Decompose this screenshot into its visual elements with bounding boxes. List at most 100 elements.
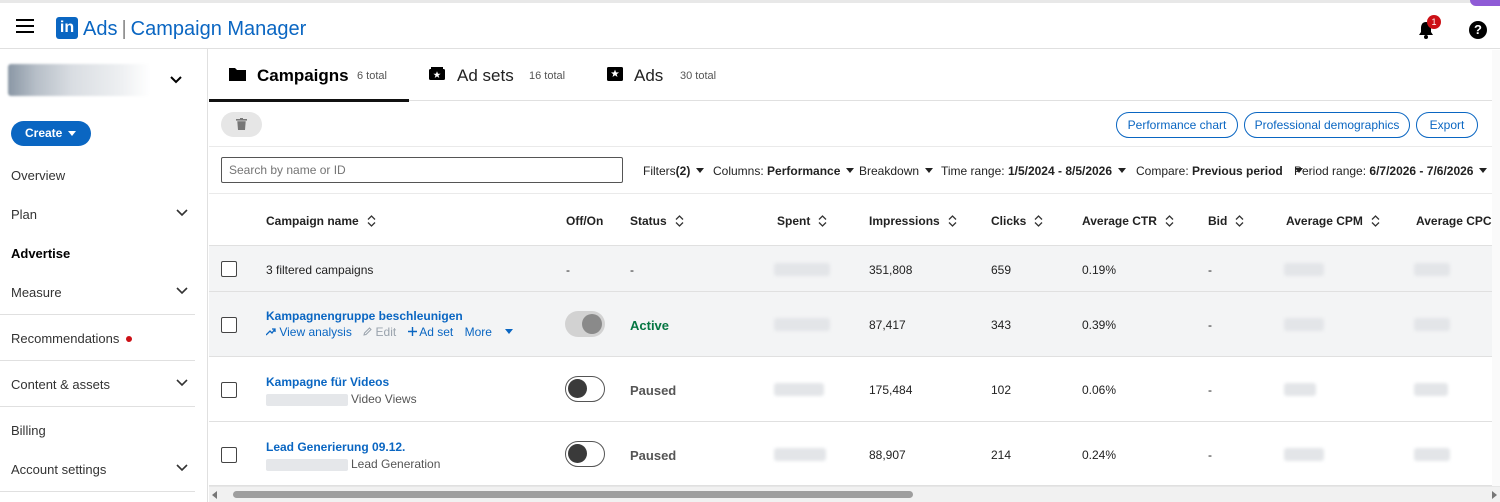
delete-button[interactable] [221,112,262,137]
ctr-value: 0.39% [1082,318,1117,332]
compare-label: Compare: [1136,164,1189,178]
select-all-checkbox[interactable] [221,261,237,277]
sidebar-item-overview[interactable]: Overview [0,156,195,194]
campaign-name-link[interactable]: Kampagnengruppe beschleunigen [266,309,463,323]
compare-dropdown[interactable]: Compare: Previous period [1136,164,1303,178]
brand-name: Ads [83,18,118,40]
tab-count: 30 total [680,70,717,82]
row-checkbox[interactable] [221,317,237,333]
redacted-cpm [1284,263,1324,276]
vertical-scrollbar[interactable] [1492,50,1500,486]
column-header-average-cpm[interactable]: Average CPM [1286,214,1380,228]
filters-dropdown[interactable]: Filters(2) [643,164,705,178]
export-button[interactable]: Export [1416,112,1478,138]
more-dropdown[interactable]: More [465,325,518,339]
linkedin-logo-icon: in [56,17,78,39]
sort-icon [1235,214,1244,227]
chevron-down-icon[interactable] [169,75,183,85]
header-label: Status [630,214,667,228]
column-header-impressions[interactable]: Impressions [869,214,957,228]
sidebar-item-recommendations[interactable]: Recommendations [0,319,195,357]
sidebar-item-measure[interactable]: Measure [0,273,195,311]
status-badge: Active [630,318,670,333]
sort-icon [948,214,957,227]
sidebar-item-label: Recommendations [11,331,133,346]
toggle-knob [582,314,602,334]
plus-icon [407,327,417,336]
objective-label: Video Views [351,392,417,406]
header-label: Average CPC [1416,214,1492,228]
trend-arrow-icon [265,328,276,336]
table-header: Campaign name Off/On Status Spent Impres… [209,194,1500,246]
performance-chart-button[interactable]: Performance chart [1116,112,1238,138]
column-header-spent[interactable]: Spent [777,214,827,228]
tab-label: Ad sets [457,66,514,85]
period-range-label: Period range: [1294,164,1367,178]
help-icon[interactable]: ? [1469,21,1487,39]
notification-badge: 1 [1427,15,1441,29]
redacted-cpc [1414,383,1448,396]
sidebar-item-label: Content & assets [11,377,110,392]
menu-icon[interactable] [16,19,34,33]
view-analysis-label: View analysis [279,325,352,339]
scroll-left-icon[interactable] [212,491,217,499]
sidebar-item-plan[interactable]: Plan [0,195,195,233]
campaign-name-link[interactable]: Lead Generierung 09.12. [266,440,405,454]
time-range-label: Time range: [941,164,1005,178]
period-range-dropdown[interactable]: Period range: 6/7/2026 - 7/6/2026 [1294,164,1488,178]
breakdown-dropdown[interactable]: Breakdown [859,164,934,178]
sidebar-item-content-assets[interactable]: Content & assets [0,365,195,403]
columns-dropdown[interactable]: Columns: Performance [713,164,855,178]
impressions-value: 175,484 [869,383,913,397]
campaign-toggle[interactable] [565,311,605,337]
row-checkbox[interactable] [221,447,237,463]
professional-demographics-button[interactable]: Professional demographics [1244,112,1410,138]
header-label: Average CTR [1082,214,1157,228]
horizontal-scrollbar[interactable] [209,486,1500,502]
redacted-cpc [1414,263,1450,276]
create-button[interactable]: Create [11,121,91,146]
sidebar-item-account-settings[interactable]: Account settings [0,450,195,488]
sidebar-divider [0,360,195,361]
scrollbar-thumb[interactable] [233,491,913,498]
tab-ad-sets[interactable]: Ad sets 16 total [409,49,589,101]
scroll-right-icon[interactable] [1492,491,1497,499]
edit-link[interactable]: Edit [363,325,403,339]
sidebar-item-advertise[interactable]: Advertise [0,234,195,272]
sidebar-item-billing[interactable]: Billing [0,411,195,449]
tab-campaigns[interactable]: Campaigns 6 total [209,49,409,102]
redacted-cpc [1414,448,1450,461]
column-header-status[interactable]: Status [630,214,684,228]
column-header-bid[interactable]: Bid [1208,214,1244,228]
campaign-name-link[interactable]: Kampagne für Videos [266,375,389,389]
caret-down-icon [505,329,514,335]
search-input[interactable] [221,157,623,183]
view-analysis-link[interactable]: View analysis [265,325,359,339]
sidebar-item-label: Plan [11,207,38,222]
table-row[interactable]: Kampagnengruppe beschleunigen View analy… [209,292,1500,357]
campaign-toggle[interactable] [565,441,605,467]
chevron-down-icon [176,287,188,295]
row-checkbox[interactable] [221,382,237,398]
campaign-toggle[interactable] [565,376,605,402]
caret-down-icon [1118,168,1127,174]
column-header-average-ctr[interactable]: Average CTR [1082,214,1174,228]
summary-impressions: 351,808 [869,263,913,277]
caret-down-icon [1479,168,1488,174]
top-bar: in Ads | Campaign Manager 1 ? [0,0,1500,49]
sort-icon [1034,214,1043,227]
column-header-average-cpc[interactable]: Average CPC [1416,214,1492,228]
redacted-cpm [1284,448,1324,461]
table-row[interactable]: Kampagne für Videos Video Views Paused 1… [209,357,1500,422]
app-title[interactable]: Ads | Campaign Manager [83,17,306,41]
summary-status: - [630,263,634,277]
account-selector[interactable] [8,64,150,96]
table-row[interactable]: Lead Generierung 09.12. Lead Generation … [209,422,1500,486]
tab-ads[interactable]: Ads 30 total [589,49,749,101]
time-range-dropdown[interactable]: Time range: 1/5/2024 - 8/5/2026 [941,164,1127,178]
add-ad-set-link[interactable]: Ad set [407,325,461,339]
column-header-clicks[interactable]: Clicks [991,214,1043,228]
sidebar-item-label: Account settings [11,462,107,477]
column-header-campaign-name[interactable]: Campaign name [266,214,376,228]
sidebar-divider [0,314,195,315]
